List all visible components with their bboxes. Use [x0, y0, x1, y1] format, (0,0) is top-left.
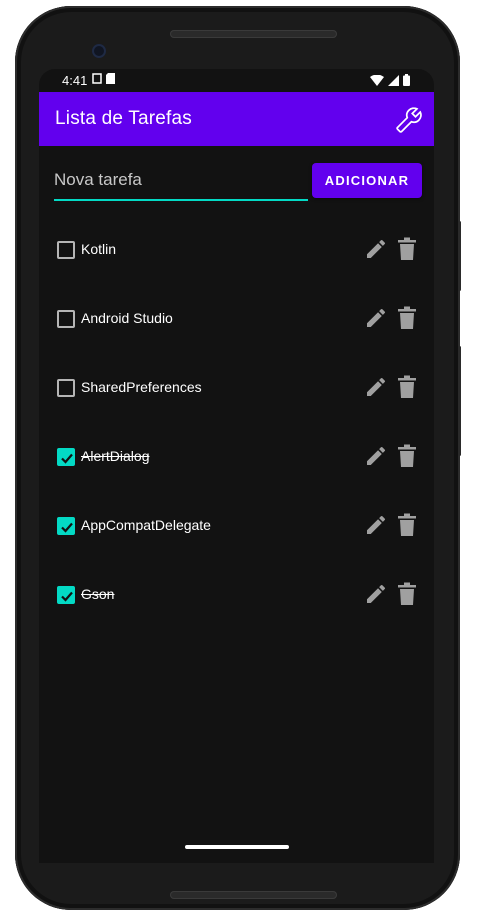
- home-gesture-bar[interactable]: [185, 845, 289, 849]
- task-label: AppCompatDelegate: [81, 517, 211, 533]
- checkmark-icon: [61, 453, 73, 464]
- trash-icon[interactable]: [397, 237, 417, 261]
- front-camera: [92, 44, 106, 58]
- pencil-icon[interactable]: [364, 375, 388, 399]
- app-bar: Lista de Tarefas: [39, 92, 434, 146]
- task-checkbox[interactable]: [57, 379, 75, 397]
- trash-icon[interactable]: [397, 444, 417, 468]
- trash-icon[interactable]: [397, 375, 417, 399]
- top-speaker: [170, 30, 337, 38]
- wifi-icon: [370, 74, 384, 86]
- task-label: Gson: [81, 586, 115, 602]
- signal-icon: [388, 74, 399, 86]
- task-label: AlertDialog: [81, 448, 150, 464]
- add-task-button[interactable]: ADICIONAR: [312, 163, 422, 198]
- status-time: 4:41: [62, 73, 88, 88]
- battery-icon: [403, 74, 410, 86]
- pencil-icon[interactable]: [364, 444, 388, 468]
- wrench-icon[interactable]: [396, 107, 422, 133]
- task-checkbox[interactable]: [57, 448, 75, 466]
- task-checkbox[interactable]: [57, 241, 75, 259]
- task-row: SharedPreferences: [39, 365, 434, 409]
- task-row: AppCompatDelegate: [39, 503, 434, 547]
- sd-card-icon: [106, 73, 115, 84]
- pencil-icon[interactable]: [364, 513, 388, 537]
- volume-button: [458, 346, 461, 456]
- status-bar: 4:41: [39, 69, 434, 92]
- bottom-speaker: [170, 891, 337, 899]
- task-row: Android Studio: [39, 296, 434, 340]
- trash-icon[interactable]: [397, 513, 417, 537]
- task-row: Kotlin: [39, 227, 434, 271]
- pencil-icon[interactable]: [364, 582, 388, 606]
- trash-icon[interactable]: [397, 582, 417, 606]
- checkmark-icon: [61, 591, 73, 602]
- task-checkbox[interactable]: [57, 586, 75, 604]
- power-button: [458, 221, 461, 291]
- trash-icon[interactable]: [397, 306, 417, 330]
- screenshot-icon: [92, 73, 102, 84]
- new-task-field: [54, 165, 308, 201]
- checkmark-icon: [61, 522, 73, 533]
- task-row: Gson: [39, 572, 434, 616]
- status-system-icons: [370, 74, 410, 86]
- task-label: SharedPreferences: [81, 379, 202, 395]
- app-title: Lista de Tarefas: [55, 108, 192, 129]
- pencil-icon[interactable]: [364, 306, 388, 330]
- task-checkbox[interactable]: [57, 310, 75, 328]
- task-checkbox[interactable]: [57, 517, 75, 535]
- status-notification-icons: [92, 73, 115, 84]
- task-row: AlertDialog: [39, 434, 434, 478]
- pencil-icon[interactable]: [364, 237, 388, 261]
- task-label: Kotlin: [81, 241, 117, 257]
- task-label: Android Studio: [81, 310, 173, 326]
- screen: 4:41 Lista de Tarefas ADICIONAR Kotlin A…: [39, 69, 434, 863]
- new-task-input[interactable]: [54, 165, 308, 195]
